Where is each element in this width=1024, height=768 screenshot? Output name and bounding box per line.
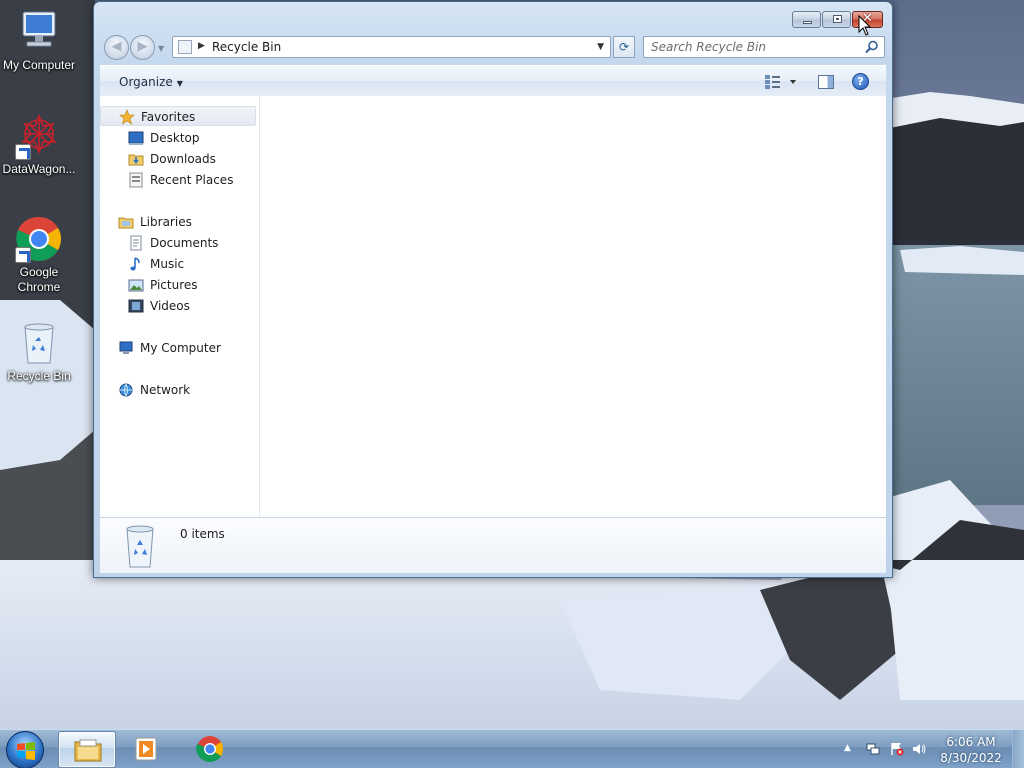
desktop-icon-my-computer[interactable]: My Computer [0,8,78,73]
navigation-pane: Favorites Desktop Downloads Recent Place… [100,96,260,517]
details-pane: 0 items [100,517,886,573]
videos-icon [128,299,144,313]
pictures-icon [128,279,144,292]
network-icon [119,383,133,397]
nav-music-label: Music [150,257,185,271]
maximize-icon [833,15,842,23]
explorer-window: ✕ ◀ ▶ ▼ ▶ Recycle Bin ▼ ⟳ Organize▼ [93,1,893,578]
shortcut-arrow-icon [15,247,31,263]
refresh-button[interactable]: ⟳ [613,36,635,58]
chrome-icon [196,736,224,763]
search-box[interactable] [643,36,885,58]
taskbar-media-player[interactable] [118,731,176,768]
desktop-icon-google-chrome[interactable]: Google Chrome [0,215,78,295]
nav-desktop-label: Desktop [150,131,200,145]
nav-recent-places-label: Recent Places [150,173,234,187]
chrome-icon [15,215,63,263]
network-status-icon[interactable] [866,742,880,756]
volume-icon[interactable] [912,742,926,756]
back-arrow-icon: ◀ [111,39,122,54]
desktop-icon-label: Google Chrome [17,265,61,294]
change-view-icon[interactable] [764,74,798,90]
recent-places-icon [129,172,143,188]
taskbar: ▲ 6:06 AM 8/30/2022 [0,729,1024,768]
media-player-icon [135,737,157,761]
datawagon-icon [15,112,63,160]
recent-pages-dropdown-icon[interactable]: ▼ [158,44,164,53]
taskbar-clock[interactable]: 6:06 AM 8/30/2022 [934,734,1008,766]
computer-icon [15,8,63,56]
music-note-icon [130,257,140,271]
clock-date: 8/30/2022 [940,751,1002,765]
nav-documents-label: Documents [150,236,219,250]
preview-pane-icon[interactable] [818,75,834,89]
command-bar: Organize ▼ ? [100,65,886,96]
nav-videos-label: Videos [150,299,190,313]
desktop-icon-recycle-bin[interactable]: Recycle Bin [0,319,78,384]
maximize-button[interactable] [822,11,851,28]
address-dropdown-icon[interactable]: ▼ [597,42,604,52]
nav-network-label: Network [140,383,191,397]
system-tray: ▲ 6:06 AM 8/30/2022 [834,730,1024,768]
forward-arrow-icon: ▶ [137,39,148,54]
show-desktop-button[interactable] [1012,730,1024,768]
item-count: 0 items [180,527,225,541]
minimize-button[interactable] [792,11,821,28]
nav-my-computer-label: My Computer [140,341,221,355]
action-center-icon[interactable] [890,742,904,756]
shortcut-arrow-icon [15,144,31,160]
start-button[interactable] [6,731,44,768]
nav-favorites-label: Favorites [141,110,196,124]
recycle-bin-small-icon [178,40,192,54]
desktop-icon-label: My Computer [2,58,76,72]
breadcrumb-recycle-bin[interactable]: Recycle Bin [212,40,281,54]
taskbar-google-chrome[interactable] [181,731,239,768]
windows-explorer-icon [74,739,102,762]
back-button[interactable]: ◀ [104,35,129,60]
recycle-bin-icon [15,319,63,367]
documents-icon [130,235,142,251]
downloads-folder-icon [128,154,144,166]
show-hidden-icons-icon[interactable]: ▲ [844,743,858,757]
nav-downloads-label: Downloads [150,152,216,166]
libraries-icon [118,217,134,229]
chevron-down-icon: ▼ [176,79,183,88]
desktop-icon-label: DataWagon... [2,162,76,176]
address-bar[interactable]: ▶ Recycle Bin ▼ [172,36,611,58]
refresh-icon: ⟳ [618,40,630,54]
mouse-cursor-icon [858,15,872,36]
breadcrumb-separator-icon[interactable]: ▶ [198,41,205,51]
star-icon [119,109,135,125]
nav-favorites[interactable]: Favorites [100,106,256,126]
desktop-folder-icon [128,131,144,145]
organize-label: Organize [119,75,173,89]
navigation-bar: ◀ ▶ ▼ ▶ Recycle Bin ▼ ⟳ [102,34,885,60]
clock-time: 6:06 AM [946,735,996,749]
recycle-bin-icon [126,525,154,568]
help-icon[interactable]: ? [852,73,869,90]
computer-icon [119,341,133,354]
nav-pictures-label: Pictures [150,278,198,292]
desktop-icon-datawagon[interactable]: DataWagon... [0,112,78,177]
file-list-pane[interactable] [260,96,886,517]
nav-libraries-label: Libraries [140,215,192,229]
search-input[interactable] [644,37,859,57]
search-icon[interactable] [865,40,879,54]
organize-menu[interactable]: Organize ▼ [119,75,183,89]
forward-button[interactable]: ▶ [130,35,155,60]
taskbar-windows-explorer[interactable] [58,731,116,768]
minimize-icon [803,21,812,24]
windows-logo-icon [17,742,35,760]
desktop-icon-label: Recycle Bin [7,369,71,383]
